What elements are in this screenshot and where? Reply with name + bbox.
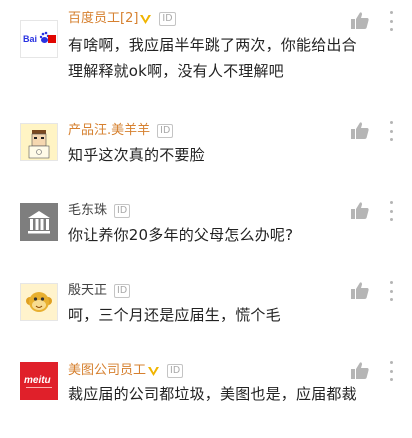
- username[interactable]: 产品汪.美羊羊: [68, 121, 150, 141]
- id-tag: ID: [114, 204, 131, 218]
- more-menu-icon[interactable]: [388, 201, 394, 221]
- id-tag: ID: [159, 12, 176, 26]
- verified-badge-icon: [147, 362, 160, 381]
- comment-header: 殷天正 ID: [68, 281, 131, 301]
- meitu-logo-icon: meitu: [24, 375, 52, 388]
- thumbs-up-icon[interactable]: [350, 281, 370, 301]
- more-menu-icon[interactable]: [388, 11, 394, 31]
- verified-badge-icon: [139, 10, 152, 29]
- comment-header: 产品汪.美羊羊 ID: [68, 121, 174, 141]
- cartoon-person-icon: [28, 130, 50, 159]
- username[interactable]: 毛东珠: [68, 201, 107, 221]
- comment-header: 美图公司员工 ID: [68, 361, 184, 381]
- avatar[interactable]: Bai: [20, 20, 58, 58]
- comment-text: 你让养你20多年的父母怎么办呢?: [68, 226, 294, 244]
- id-tag: ID: [114, 284, 131, 298]
- baidu-logo-text: Bai: [23, 34, 37, 44]
- avatar[interactable]: [20, 123, 58, 161]
- comment-text: 裁应届的公司都垃圾，美图也是，应届都裁: [68, 385, 357, 403]
- comment-text: 有啥啊，我应届半年跳了两次，你能给出合理解释就ok啊，没有人不理解吧: [68, 36, 357, 80]
- id-tag: ID: [167, 364, 184, 378]
- id-tag: ID: [157, 124, 174, 138]
- thumbs-up-icon[interactable]: [350, 121, 370, 141]
- username[interactable]: 百度员工[2]: [68, 9, 138, 29]
- username[interactable]: 殷天正: [68, 281, 107, 301]
- more-menu-icon[interactable]: [388, 281, 394, 301]
- avatar[interactable]: meitu: [20, 362, 58, 400]
- bank-building-icon: [28, 211, 50, 234]
- comment-header: 毛东珠 ID: [68, 201, 131, 221]
- baidu-logo-icon: Bai: [23, 31, 56, 44]
- thumbs-up-icon[interactable]: [350, 201, 370, 221]
- comment-text: 知乎这次真的不要脸: [68, 146, 205, 164]
- monkey-face-icon: [26, 292, 52, 312]
- comment-header: 百度员工[2] ID: [68, 9, 176, 29]
- username[interactable]: 美图公司员工: [68, 361, 146, 381]
- avatar[interactable]: [20, 283, 58, 321]
- meitu-logo-text: meitu: [24, 375, 51, 386]
- comment-text: 呵，三个月还是应届生，慌个毛: [68, 306, 281, 324]
- more-menu-icon[interactable]: [388, 361, 394, 381]
- avatar[interactable]: [20, 203, 58, 241]
- more-menu-icon[interactable]: [388, 121, 394, 141]
- thumbs-up-icon[interactable]: [350, 11, 370, 31]
- thumbs-up-icon[interactable]: [350, 361, 370, 381]
